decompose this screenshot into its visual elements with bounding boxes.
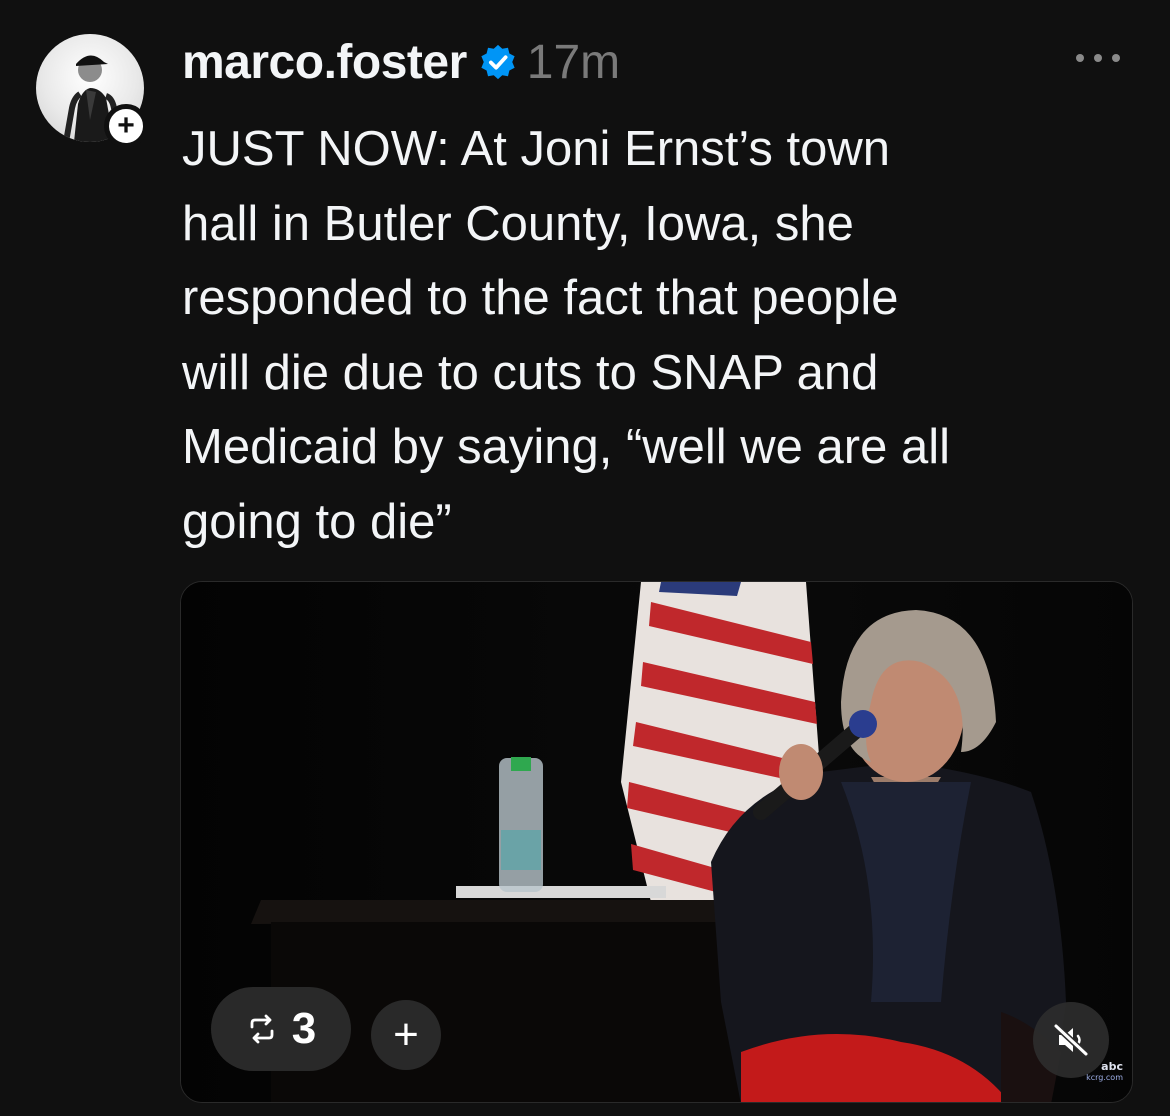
repost-button[interactable]: 3 <box>211 987 351 1071</box>
add-plus-button[interactable]: + <box>371 1000 441 1070</box>
post-header: marco.foster 17m <box>182 30 620 94</box>
video-player[interactable]: 3 + abc kcrg.com <box>180 581 1133 1103</box>
author-avatar-container[interactable]: + <box>36 34 148 148</box>
follow-plus-icon[interactable]: + <box>104 104 148 148</box>
verified-badge-icon <box>481 44 515 80</box>
post-text: JUST NOW: At Joni Ernst’s town hall in B… <box>182 122 950 549</box>
speaker-muted-icon <box>1053 1023 1089 1057</box>
station-watermark: abc kcrg.com <box>1073 1060 1123 1090</box>
username-link[interactable]: marco.foster <box>182 35 467 90</box>
post-timestamp: 17m <box>526 35 621 89</box>
watermark-network: abc <box>1101 1060 1123 1073</box>
watermark-station: kcrg.com <box>1086 1073 1123 1082</box>
repost-count: 3 <box>291 1004 317 1053</box>
repost-icon <box>250 1014 274 1044</box>
plus-icon: + <box>393 1010 419 1059</box>
more-horizontal-icon[interactable] <box>1076 48 1120 68</box>
